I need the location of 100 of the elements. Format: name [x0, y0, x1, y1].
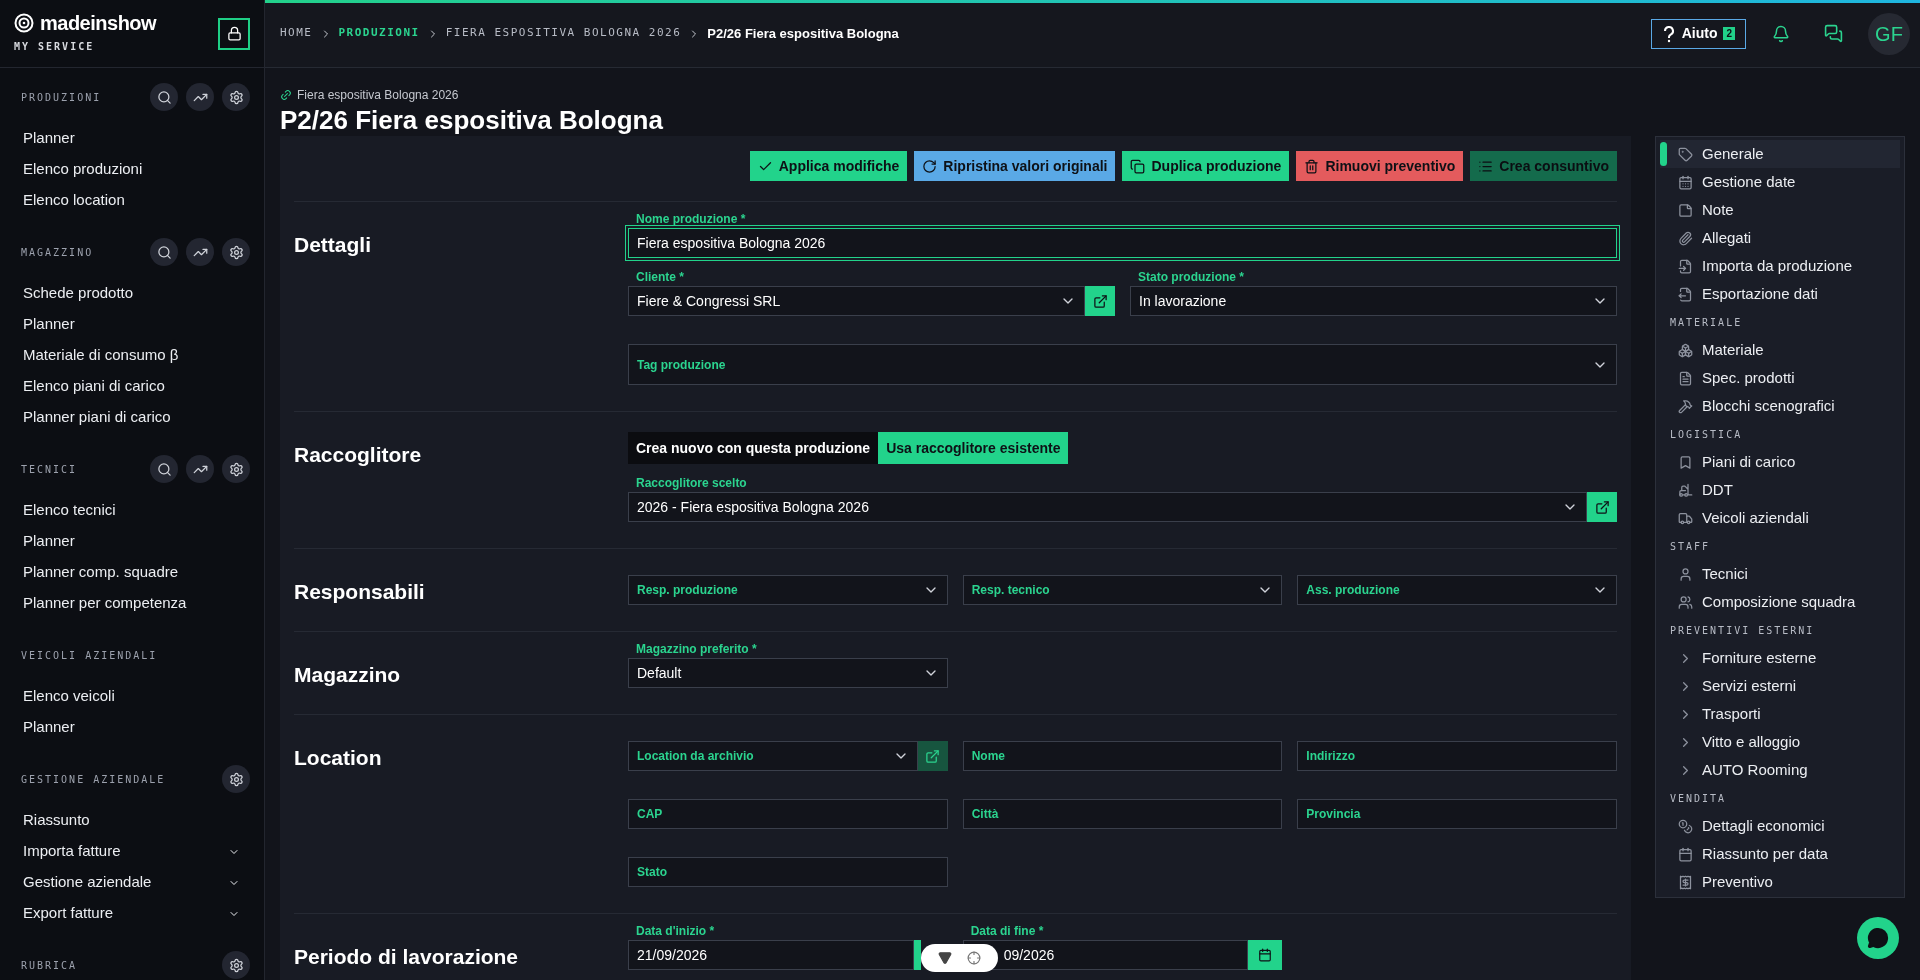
sidebar-item[interactable]: Elenco produzioni	[14, 154, 250, 185]
nav-item[interactable]: Importa da produzione	[1660, 252, 1900, 280]
bell-icon	[1772, 24, 1790, 43]
select-field[interactable]: Location da archivio	[628, 741, 918, 771]
text-field[interactable]: CAP	[628, 799, 948, 829]
nav-group-heading: PREVENTIVI ESTERNI	[1669, 623, 1816, 638]
nav-item[interactable]: Trasporti	[1660, 700, 1900, 728]
sidebar-item[interactable]: Riassunto	[14, 805, 250, 836]
nav-item[interactable]: Tecnici	[1660, 560, 1900, 588]
search-button[interactable]	[150, 238, 178, 266]
nav-item[interactable]: Composizione squadra	[1660, 588, 1900, 616]
nav-item[interactable]: Gestione date	[1660, 168, 1900, 196]
sidebar-item[interactable]: Schede prodotto	[14, 278, 250, 309]
sidebar-item[interactable]: Elenco tecnici	[14, 495, 250, 526]
chat-icon	[1867, 927, 1889, 949]
nav-item[interactable]: Materiale	[1660, 336, 1900, 364]
text-field[interactable]: Città	[962, 799, 1283, 829]
breadcrumb-link[interactable]: FIERA ESPOSITIVA BOLOGNA 2026	[445, 25, 682, 42]
settings-button[interactable]	[222, 83, 250, 111]
sidebar-item[interactable]: Elenco piani di carico	[14, 371, 250, 402]
action-button[interactable]: Duplica produzione	[1122, 151, 1290, 181]
select-field[interactable]: Resp. produzione	[628, 575, 948, 605]
date-field[interactable]: 09/2026	[962, 940, 1249, 970]
search-button[interactable]	[150, 83, 178, 111]
action-button[interactable]: Ripristina valori originali	[914, 151, 1116, 181]
select-field[interactable]: Ass. produzione	[1297, 575, 1617, 605]
section-title: Magazzino	[294, 662, 402, 688]
select-field[interactable]: Default	[628, 658, 948, 688]
breadcrumb-link[interactable]: HOME	[280, 25, 313, 42]
nav-item[interactable]: Piani di carico	[1660, 448, 1900, 476]
nav-item[interactable]: Note	[1660, 196, 1900, 224]
text-field[interactable]: Fiera espositiva Bologna 2026	[628, 228, 1617, 258]
nav-item[interactable]: Dettagli economici	[1660, 812, 1900, 840]
calendar-button[interactable]	[913, 940, 921, 970]
sidebar-item[interactable]: Planner comp. squadre	[14, 557, 250, 588]
calendar-button[interactable]	[1248, 940, 1283, 970]
tag-select-field[interactable]: Tag produzione	[628, 344, 1617, 385]
section-heading: TECNICI	[20, 462, 78, 477]
sidebar-item[interactable]: Materiale di consumo β	[14, 340, 250, 371]
sidebar-item[interactable]: Elenco location	[14, 185, 250, 216]
sidebar-item[interactable]: Planner piani di carico	[14, 402, 250, 433]
nav-item[interactable]: Preventivo	[1660, 868, 1900, 896]
sidebar-item[interactable]: Planner	[14, 712, 250, 743]
nav-item[interactable]: AUTO Rooming	[1660, 756, 1900, 784]
action-button[interactable]: Rimuovi preventivo	[1296, 151, 1464, 181]
settings-button[interactable]	[222, 238, 250, 266]
open-link-button[interactable]	[1587, 492, 1617, 522]
nav-item[interactable]: Allegati	[1660, 224, 1900, 252]
crosshair-icon	[966, 951, 981, 965]
sidebar-item[interactable]: Planner	[14, 526, 250, 557]
chat-button[interactable]	[1857, 917, 1899, 959]
nav-item[interactable]: Blocchi scenografici	[1660, 392, 1900, 420]
nav-item[interactable]: Generale	[1660, 140, 1900, 168]
text-field[interactable]: Indirizzo	[1297, 741, 1617, 771]
nav-item[interactable]: Vitto e alloggio	[1660, 728, 1900, 756]
field-label: Data d'inizio *	[635, 923, 716, 940]
user-avatar[interactable]: GF	[1868, 12, 1910, 55]
nav-item[interactable]: Spec. prodotti	[1660, 364, 1900, 392]
user-icon	[1678, 566, 1693, 582]
nav-item[interactable]: Riassunto per data	[1660, 840, 1900, 868]
toggle-option[interactable]: Crea nuovo con questa produzione	[628, 432, 879, 464]
toggle-option[interactable]: Usa raccoglitore esistente	[878, 432, 1069, 464]
floating-menu[interactable]	[921, 944, 998, 972]
nav-item[interactable]: Esportazione dati	[1660, 280, 1900, 308]
trend-chart-button[interactable]	[186, 83, 214, 111]
section-heading: GESTIONE AZIENDALE	[20, 772, 166, 787]
breadcrumb-link[interactable]: PRODUZIONI	[338, 25, 420, 42]
sidebar-item[interactable]: Planner	[14, 309, 250, 340]
text-field[interactable]: Nome	[962, 741, 1283, 771]
trend-chart-button[interactable]	[186, 455, 214, 483]
settings-button[interactable]	[222, 455, 250, 483]
settings-button[interactable]	[222, 951, 250, 979]
help-button[interactable]: Aiuto 2	[1650, 18, 1746, 49]
sidebar-item[interactable]: Elenco veicoli	[14, 681, 250, 712]
parent-production-link[interactable]: Fiera espositiva Bologna 2026	[297, 86, 459, 104]
search-button[interactable]	[150, 455, 178, 483]
lock-button[interactable]	[218, 17, 250, 50]
breadcrumb-link[interactable]: P2/26 Fiera espositiva Bologna	[707, 23, 899, 44]
nav-item[interactable]: Veicoli aziendali	[1660, 504, 1900, 532]
select-field[interactable]: Resp. tecnico	[962, 575, 1283, 605]
sidebar-item[interactable]: Planner	[14, 123, 250, 154]
sidebar-item[interactable]: Importa fatture	[14, 836, 250, 867]
action-button[interactable]: Applica modifiche	[749, 151, 908, 181]
select-field[interactable]: Fiere & Congressi SRL	[628, 286, 1085, 316]
select-field[interactable]: 2026 - Fiera espositiva Bologna 2026	[628, 492, 1587, 522]
trend-chart-button[interactable]	[186, 238, 214, 266]
nav-item[interactable]: DDT	[1660, 476, 1900, 504]
trash-icon	[1304, 158, 1320, 174]
select-field[interactable]: In lavorazione	[1130, 286, 1617, 316]
text-field[interactable]: Stato	[628, 857, 948, 887]
sidebar-item[interactable]: Gestione aziendale	[14, 867, 250, 898]
nav-item[interactable]: Servizi esterni	[1660, 672, 1900, 700]
sidebar-item[interactable]: Planner per competenza	[14, 588, 250, 619]
settings-button[interactable]	[222, 765, 250, 793]
nav-item[interactable]: Forniture esterne	[1660, 644, 1900, 672]
external-link-icon	[1594, 499, 1610, 515]
date-field[interactable]: 21/09/2026	[628, 940, 914, 970]
text-field[interactable]: Provincia	[1297, 799, 1617, 829]
open-link-button[interactable]	[1085, 286, 1115, 316]
sidebar-item[interactable]: Export fatture	[14, 898, 250, 929]
